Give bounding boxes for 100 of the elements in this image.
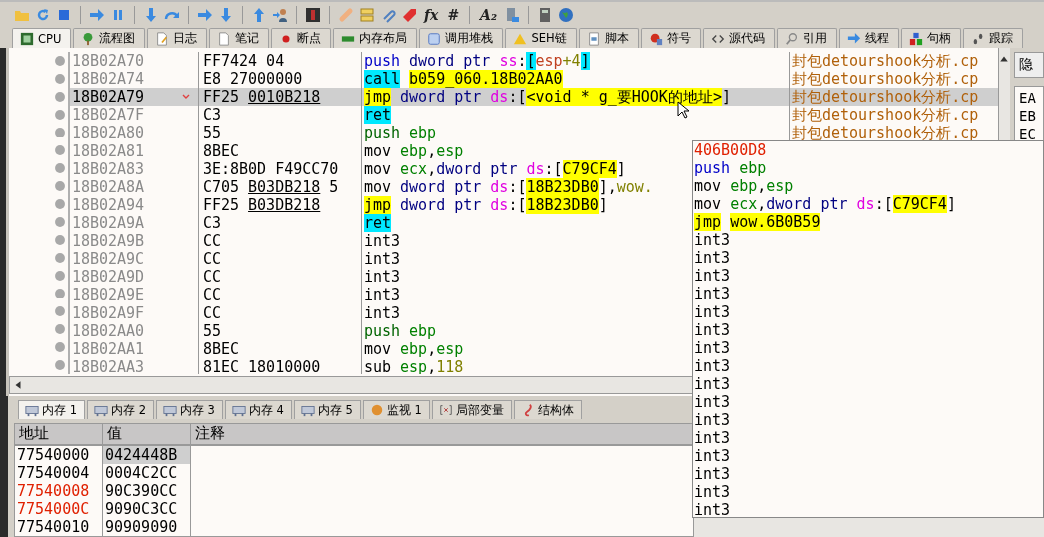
column-header[interactable]: 地址 (15, 424, 103, 444)
tab[interactable]: 内存 4 (224, 400, 292, 419)
value-cell: 0424448B (103, 446, 191, 464)
bytes-cell: 8BEC (198, 142, 362, 160)
code-line: int3 (693, 357, 732, 375)
bytes-cell: FF7424 04 (198, 52, 362, 70)
address-cell-text: 18B02A80 (70, 124, 146, 142)
code-line: int3 (693, 249, 732, 267)
tab[interactable]: 结构体 (513, 400, 582, 419)
address-cell-text: 18B02A9F (70, 304, 146, 322)
code-line: int3 (693, 321, 732, 339)
register-name: EC (1019, 125, 1037, 143)
address-cell-text: 18B02AA0 (70, 322, 146, 340)
value-cell: 90C390CC (103, 482, 191, 500)
bytes-cell: CC (198, 268, 362, 286)
tab-label[interactable]: 引用 (802, 31, 827, 46)
tab[interactable]: 跟踪 (962, 28, 1023, 48)
tab-label[interactable]: 句柄 (926, 31, 951, 46)
comment-cell-text: 封包detourshook分析.cp (790, 106, 980, 124)
bytes-cell: C705 B03DB218 5 (198, 178, 362, 196)
tab-label[interactable]: 监视 1 (386, 402, 422, 418)
toolbar-button[interactable]: A₂ (478, 7, 500, 23)
code-line: int3 (693, 393, 732, 411)
column-header[interactable]: 值 (103, 424, 191, 444)
code-line: int3 (693, 429, 732, 447)
tab[interactable]: 内存 1 (18, 400, 85, 419)
address-cell-text: 18B02A83 (70, 160, 146, 178)
tab[interactable]: 句柄 (900, 28, 961, 48)
tab[interactable]: 监视 1 (362, 400, 430, 419)
comment-cell-text: 封包detourshook分析.cp (790, 52, 980, 70)
bytes-cell: C3 (198, 214, 362, 232)
address-cell-text: 18B02A9A (70, 214, 146, 232)
address-cell: 77540004 (15, 464, 103, 482)
tab[interactable]: 笔记 (209, 28, 270, 48)
tab[interactable]: 局部变量 (431, 400, 512, 419)
tab[interactable]: SEH链 (505, 28, 577, 48)
tab-label[interactable]: 脚本 (604, 31, 629, 46)
tab[interactable]: 脚本 (578, 28, 639, 48)
tab-label[interactable]: 跟踪 (988, 31, 1013, 46)
tab-label[interactable]: 日志 (173, 31, 198, 46)
code-line: int3 (693, 375, 732, 393)
address-cell-text: 18B02A9E (70, 286, 146, 304)
comment-cell-text: 封包detourshook分析.cp (790, 124, 980, 142)
tab-label[interactable]: 调用堆栈 (445, 31, 494, 46)
tab-label[interactable]: 流程图 (99, 31, 136, 46)
tab[interactable]: 日志 (147, 28, 208, 48)
value-cell: 90909090 (103, 518, 191, 536)
tab[interactable]: 调用堆栈 (419, 28, 504, 48)
tab[interactable]: 内存布局 (333, 28, 418, 48)
tab[interactable]: 符号 (640, 28, 701, 48)
tab-label[interactable]: 内存 3 (179, 402, 215, 418)
tab[interactable]: 流程图 (73, 28, 146, 48)
address-cell-text: 18B02AA3 (70, 358, 146, 374)
address-cell-text: 18B02A9C (70, 250, 146, 268)
tab-label[interactable]: 笔记 (235, 31, 260, 46)
value-cell: 0004C2CC (103, 464, 191, 482)
code-line: int3 (693, 501, 732, 519)
address-cell-text: 18B02A70 (70, 52, 146, 70)
tab-label[interactable]: 内存 5 (317, 402, 353, 418)
tab-label[interactable]: 断点 (297, 31, 322, 46)
address-cell-text: 18B02A94 (70, 196, 146, 214)
tab-label[interactable]: 线程 (864, 31, 889, 46)
tab-label[interactable]: CPU (38, 31, 62, 46)
code-line: int3 (693, 339, 732, 357)
toolbar-button[interactable]: # (445, 7, 462, 23)
bytes-cell: 8BEC (198, 340, 362, 358)
bytes-cell: FF25 B03DB218 (198, 196, 362, 214)
tab-label[interactable]: 符号 (666, 31, 691, 46)
tab-label[interactable]: 内存 4 (248, 402, 284, 418)
bytes-cell: CC (198, 250, 362, 268)
tab-label[interactable]: 局部变量 (455, 402, 504, 418)
address-cell-text: 18B02A7F (70, 106, 146, 124)
tab-label[interactable]: 结构体 (537, 402, 574, 418)
tab-label[interactable]: 内存布局 (359, 31, 408, 46)
tab[interactable]: 内存 3 (155, 400, 223, 419)
toolbar-button[interactable]: fx (422, 7, 441, 23)
register-name: EA (1019, 89, 1037, 107)
address-cell: 7754000C (15, 500, 103, 518)
tab[interactable]: CPU (12, 28, 72, 48)
code-line: int3 (693, 483, 732, 501)
value-cell: 9090C3CC (103, 500, 191, 518)
tab[interactable]: 断点 (271, 28, 332, 48)
tab[interactable]: 引用 (776, 28, 837, 48)
bytes-cell: C3 (198, 106, 362, 124)
tab-label[interactable]: SEH链 (531, 31, 567, 46)
bytes-cell: 55 (198, 322, 362, 340)
tab-label[interactable]: 源代码 (728, 31, 765, 46)
bytes-cell: FF25 0010B218 (198, 88, 362, 106)
code-line: int3 (693, 303, 732, 321)
hide-button[interactable]: 隐 (1014, 52, 1044, 78)
address-cell-text: 18B02A79 (70, 88, 146, 106)
address-cell-text: 18B02A8A (70, 178, 146, 196)
tab-label[interactable]: 内存 2 (111, 402, 146, 418)
bytes-cell: CC (198, 232, 362, 250)
tab[interactable]: 内存 2 (87, 400, 154, 419)
tab-label[interactable]: 内存 1 (42, 402, 77, 418)
tab[interactable]: 线程 (838, 28, 899, 48)
code-line: jmp wow.6B0B59 (693, 213, 822, 231)
tab[interactable]: 源代码 (702, 28, 775, 48)
tab[interactable]: 内存 5 (293, 400, 361, 419)
